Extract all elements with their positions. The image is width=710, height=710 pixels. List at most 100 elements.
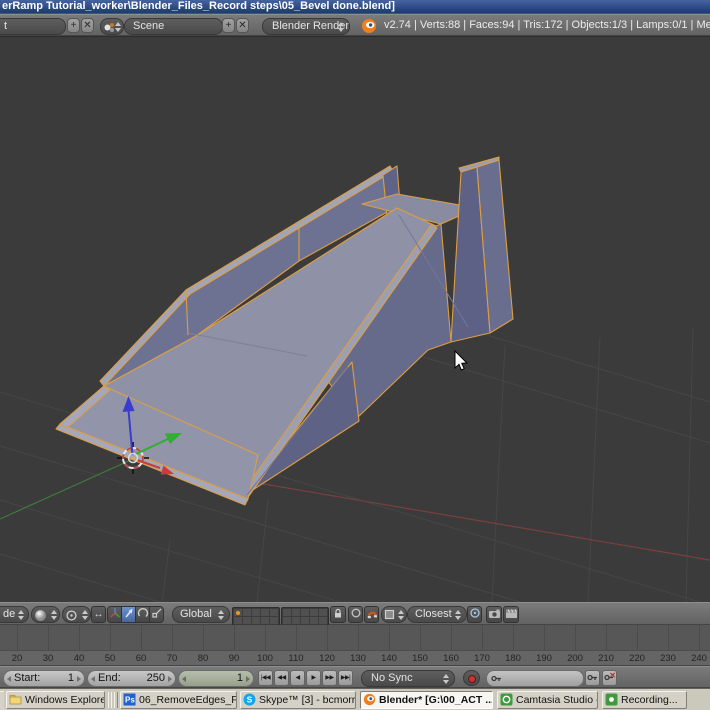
lock-to-scene-button[interactable] [330, 606, 346, 623]
lock-icon [335, 608, 341, 618]
scene-icon-dropdown[interactable] [100, 18, 124, 35]
ruler-frame-label: 110 [288, 653, 304, 664]
pivot-point-dropdown[interactable] [62, 606, 91, 623]
jump-next-keyframe-button[interactable]: ▶▶ [322, 670, 337, 686]
close-screen-button[interactable]: ✕ [81, 18, 94, 33]
frame-gridline [699, 625, 700, 651]
sync-mode-dropdown[interactable]: No Sync [361, 670, 455, 687]
ruler-frame-label: 40 [73, 653, 85, 664]
insert-keyframe-button[interactable] [585, 670, 600, 686]
jump-to-end-button[interactable]: ▶▶| [338, 670, 353, 686]
screen-layout-value: t [4, 20, 8, 32]
taskbar-camtasia[interactable]: Camtasia Studio - Part1.... [497, 691, 598, 709]
scale-manipulator-button[interactable] [149, 606, 164, 623]
add-scene-button[interactable]: + [222, 18, 235, 33]
ruler-frame-label: 70 [166, 653, 178, 664]
jump-to-start-button[interactable]: |◀◀ [258, 670, 273, 686]
mode-dropdown[interactable]: de [0, 606, 29, 623]
render-engine-dropdown[interactable]: Blender Render [262, 18, 350, 35]
frame-gridline [48, 625, 49, 651]
ruler-frame-label: 80 [197, 653, 209, 664]
frame-gridline [544, 625, 545, 651]
chevron-updown-icon [455, 610, 462, 620]
sync-mode-value: No Sync [371, 672, 413, 684]
timeline-tracks[interactable]: 20 30 40 50 60 70 80 90 100 110 120 130 140 150 160 170… [0, 625, 710, 666]
taskbar-skype[interactable]: S Skype™ [3] - bcmorris [240, 691, 356, 709]
viewport-3d[interactable] [0, 36, 710, 710]
proportional-edit-button[interactable] [348, 606, 363, 623]
taskbar-recording[interactable]: Recording... [602, 691, 687, 709]
ruler-frame-label: 220 [629, 653, 645, 664]
snap-element-dropdown[interactable] [381, 606, 407, 623]
layers-group-1[interactable] [232, 607, 280, 626]
chevron-updown-icon [398, 610, 405, 620]
blender-logo-icon [362, 19, 376, 33]
snap-toggle-button[interactable] [364, 606, 379, 623]
ruler-frame-label: 50 [104, 653, 116, 664]
frame-end-field[interactable]: End: 250 [87, 670, 176, 687]
frame-start-field[interactable]: Start: 1 [3, 670, 85, 687]
delete-keyframe-button[interactable]: ✕ [602, 670, 617, 686]
snap-target-dropdown[interactable]: Closest [407, 606, 467, 623]
window-titlebar[interactable]: erRamp Tutorial_worker\Blender_Files_Rec… [0, 0, 710, 14]
timeline-ruler[interactable]: 20 30 40 50 60 70 80 90 100 110 120 130 140 150 160 170… [0, 650, 710, 665]
taskbar-blender[interactable]: Blender* [G:\00_ACT ... [360, 691, 493, 709]
add-screen-button[interactable]: + [67, 18, 80, 33]
chevron-updown-icon [443, 674, 450, 684]
viewport-scene [0, 156, 710, 710]
layers-group-2[interactable] [281, 607, 329, 626]
frame-gridline [637, 625, 638, 651]
current-frame-field[interactable]: 1 [178, 670, 254, 687]
play-reverse-button[interactable]: ◀ [290, 670, 305, 686]
snap-align-circle-icon [469, 608, 480, 618]
recording-icon [605, 693, 618, 706]
layer-cell-active[interactable] [234, 609, 242, 616]
orientation-dropdown[interactable]: Global [172, 606, 230, 623]
proportional-circle-icon [351, 608, 360, 618]
current-frame-value: 1 [236, 672, 243, 684]
shading-solid-icon [35, 609, 46, 621]
close-scene-button[interactable]: ✕ [236, 18, 249, 33]
render-still-button[interactable] [486, 606, 502, 623]
frame-gridline [172, 625, 173, 651]
rotate-manipulator-button[interactable] [135, 606, 150, 623]
clapperboard-icon [505, 609, 517, 618]
keying-set-field[interactable] [486, 670, 584, 687]
scale-icon [151, 608, 161, 618]
chevron-updown-icon [51, 610, 58, 620]
snap-align-button[interactable] [467, 606, 482, 623]
window-title: erRamp Tutorial_worker\Blender_Files_Rec… [2, 0, 395, 12]
auto-keyframe-record-button[interactable] [463, 670, 480, 686]
jump-prev-keyframe-button[interactable]: ◀◀ [274, 670, 289, 686]
frame-gridline [606, 625, 607, 651]
rotate-arc-icon [137, 607, 148, 618]
start-value: 1 [67, 672, 74, 684]
chevron-updown-icon [18, 610, 25, 620]
blender-window: erRamp Tutorial_worker\Blender_Files_Rec… [0, 0, 710, 710]
manipulate-centers-button[interactable]: ↔ [91, 606, 106, 623]
play-button[interactable]: ▶ [306, 670, 321, 686]
taskbar-photoshop[interactable]: Ps 06_RemoveEdges_Final ... [120, 691, 237, 709]
viewport-shading-dropdown[interactable] [31, 606, 60, 623]
frame-gridline [79, 625, 80, 651]
svg-text:Ps: Ps [125, 696, 135, 705]
scene-name-field[interactable]: Scene [124, 18, 223, 35]
snap-cube-icon [384, 609, 395, 620]
chevron-updown-icon [218, 610, 225, 620]
ruler-frame-label: 160 [443, 653, 459, 664]
taskbar-button-fragment[interactable] [0, 691, 4, 710]
render-animation-button[interactable] [503, 606, 519, 623]
translate-arrow-icon [124, 608, 132, 618]
frame-gridline [110, 625, 111, 651]
frame-gridline [141, 625, 142, 651]
magnet-icon [367, 611, 377, 619]
manipulator-axes-button[interactable] [107, 606, 122, 623]
translate-manipulator-button[interactable] [121, 606, 136, 623]
frame-gridline [668, 625, 669, 651]
taskbar-windows-explorer[interactable]: Windows Explorer [6, 691, 105, 709]
orientation-value: Global [180, 608, 212, 620]
screen-layout-dropdown[interactable]: t [0, 18, 66, 35]
ruler-frame-label: 90 [228, 653, 240, 664]
snap-target-value: Closest [415, 608, 452, 620]
camera-icon [488, 609, 500, 618]
